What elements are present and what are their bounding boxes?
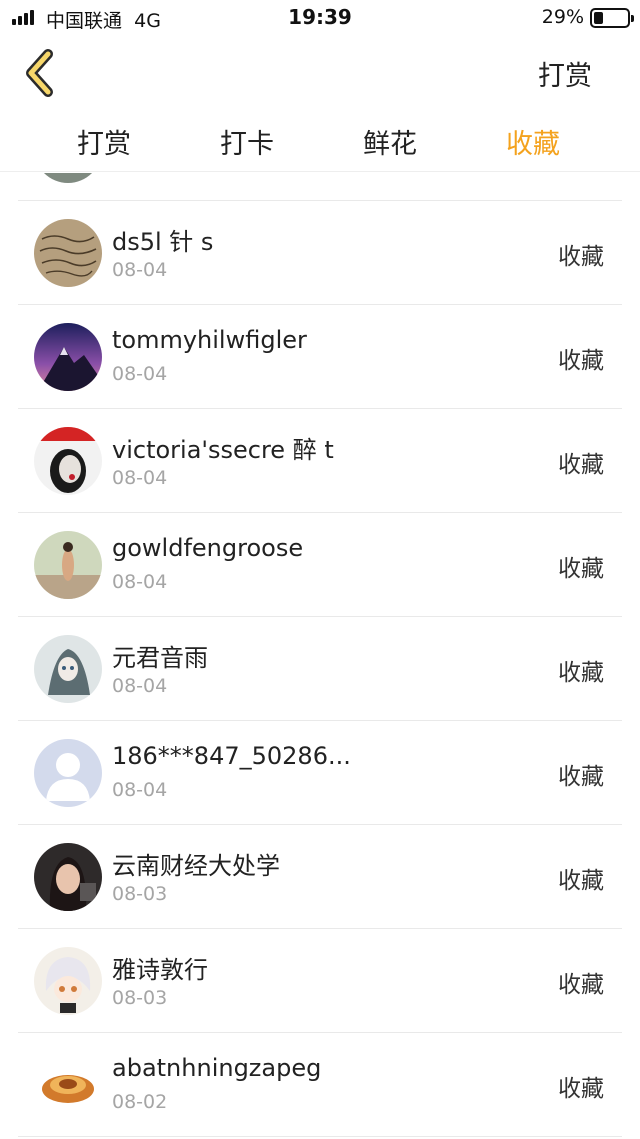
tab-reward[interactable]: 打赏 [44,122,164,161]
tab-flowers[interactable]: 鲜花 [330,122,450,161]
avatar [34,531,102,599]
user-name: 186***847_50286... [112,742,351,770]
avatar [34,1051,102,1119]
list-item[interactable]: 08-05 [0,173,640,201]
list-item[interactable]: abatnhningzapeg 08-02 收藏 [0,1033,640,1137]
battery-icon [590,8,634,28]
favorite-button[interactable]: 收藏 [558,965,604,999]
back-button[interactable] [20,48,64,98]
avatar [34,635,102,703]
user-name: 雅诗敦行 [112,956,208,984]
avatar [34,427,102,495]
battery-percent: 29% [541,6,584,28]
reward-button[interactable]: 打赏 [538,54,592,93]
favorite-button[interactable]: 收藏 [558,1069,604,1103]
list-item[interactable]: 186***847_50286... 08-04 收藏 [0,721,640,825]
favorites-list: 08-05 ds5l 针 s 08-04 收藏 tommyhi [0,173,640,1139]
navigation-bar: 打赏 [0,36,640,110]
favorite-button[interactable]: 收藏 [558,653,604,687]
list-item[interactable]: tommyhilwfigler 08-04 收藏 [0,305,640,409]
list-item[interactable]: 雅诗敦行 08-03 收藏 [0,929,640,1033]
user-name: 云南财经大处学 [112,852,280,880]
list-item[interactable]: ds5l 针 s 08-04 收藏 [0,201,640,305]
item-date: 08-03 [112,883,168,905]
avatar [34,947,102,1015]
item-date: 08-03 [112,987,168,1009]
chevron-left-icon [26,49,53,97]
tab-bar: 打赏 打卡 鲜花 收藏 [0,110,640,172]
favorite-button[interactable]: 收藏 [558,757,604,791]
user-name: ds5l 针 s [112,228,214,256]
item-date: 08-04 [112,467,168,489]
avatar [34,173,102,183]
list-item[interactable]: 元君音雨 08-04 收藏 [0,617,640,721]
avatar [34,843,102,911]
item-date: 08-04 [112,779,168,801]
favorite-button[interactable]: 收藏 [558,861,604,895]
default-avatar-icon [34,739,102,807]
favorite-button[interactable]: 收藏 [558,549,604,583]
list-item[interactable]: victoria'ssecre 醉 t 08-04 收藏 [0,409,640,513]
user-name: 元君音雨 [112,644,208,672]
favorite-button[interactable]: 收藏 [558,445,604,479]
status-bar: 中国联通 4G 19:39 29% [0,0,640,36]
user-name: abatnhningzapeg [112,1054,322,1082]
list-item[interactable]: gowldfengroose 08-04 收藏 [0,513,640,617]
user-name: tommyhilwfigler [112,326,307,354]
list-item[interactable]: 云南财经大处学 08-03 收藏 [0,825,640,929]
tab-checkin[interactable]: 打卡 [187,122,307,161]
item-date: 08-04 [112,363,168,385]
tab-favorites[interactable]: 收藏 [473,122,593,161]
item-date: 08-02 [112,1091,168,1113]
avatar [34,323,102,391]
item-date: 08-04 [112,675,168,697]
item-date: 08-04 [112,259,168,281]
item-date: 08-04 [112,571,168,593]
favorite-button[interactable]: 收藏 [558,341,604,375]
avatar [34,219,102,287]
item-date: 08-05 [112,173,167,177]
user-name: victoria'ssecre 醉 t [112,436,334,464]
favorite-button[interactable]: 收藏 [558,237,604,271]
user-name: gowldfengroose [112,534,304,562]
